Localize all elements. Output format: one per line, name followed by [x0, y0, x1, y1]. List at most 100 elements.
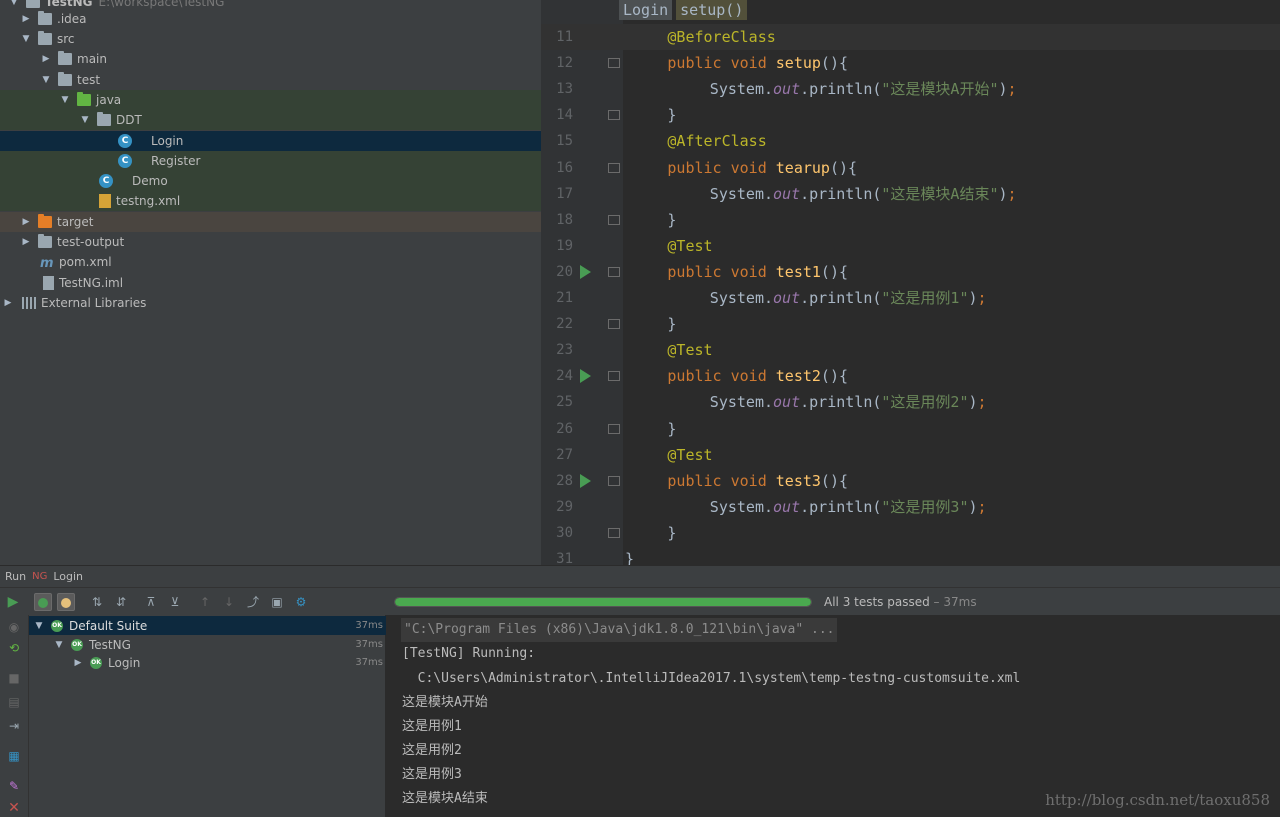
fold-marker-icon[interactable]	[608, 475, 620, 486]
fold-marker-icon[interactable]	[608, 319, 620, 330]
tree-item-login[interactable]: C Login	[0, 131, 541, 151]
tree-item-iml[interactable]: TestNG.iml	[0, 273, 541, 293]
run-test-icon[interactable]	[580, 369, 591, 384]
test-node-default-suite[interactable]: ▼ OK Default Suite 37ms	[29, 616, 386, 635]
sort-by-duration-icon[interactable]: ⇵	[112, 593, 130, 611]
history-icon[interactable]: ▣	[268, 593, 286, 611]
run-config-name[interactable]: Login	[53, 570, 83, 583]
code-line[interactable]: 11 @BeforeClass	[541, 24, 1280, 50]
code-text: System.out.println("这是模块A结束");	[709, 184, 1017, 203]
next-failed-icon[interactable]: ↓	[220, 593, 238, 611]
tree-item-external-libraries[interactable]: ▶ External Libraries	[0, 293, 541, 313]
sort-alphabetically-icon[interactable]: ⇅	[88, 593, 106, 611]
code-line[interactable]: 12 public void setup(){	[541, 50, 1280, 76]
breadcrumb-method[interactable]: setup()	[676, 0, 748, 20]
code-line[interactable]: 25 System.out.println("这是用例2");	[541, 389, 1280, 415]
code-line[interactable]: 17 System.out.println("这是模块A结束");	[541, 181, 1280, 207]
collapse-arrow-icon[interactable]: ▼	[53, 640, 65, 650]
code-line[interactable]: 15 @AfterClass	[541, 128, 1280, 154]
test-class-icon: C	[118, 154, 132, 168]
run-test-icon[interactable]	[580, 473, 591, 488]
tree-item-test[interactable]: ▼ test	[0, 70, 541, 90]
fold-marker-icon[interactable]	[608, 162, 620, 173]
tree-item-demo[interactable]: C Demo	[0, 171, 541, 191]
previous-failed-icon[interactable]: ↑	[196, 593, 214, 611]
console-output[interactable]: "C:\Program Files (x86)\Java\jdk1.8.0_12…	[387, 615, 1280, 817]
code-line[interactable]: 26}	[541, 416, 1280, 442]
collapse-arrow-icon[interactable]: ▼	[40, 75, 52, 85]
code-line[interactable]: 13 System.out.println("这是模块A开始");	[541, 76, 1280, 102]
code-line[interactable]: 29 System.out.println("这是用例3");	[541, 494, 1280, 520]
tree-item-test-output[interactable]: ▶ test-output	[0, 232, 541, 252]
code-line[interactable]: 24 public void test2(){	[541, 363, 1280, 389]
tree-item-register[interactable]: C Register	[0, 151, 541, 171]
code-line[interactable]: 31}	[541, 546, 1280, 565]
tree-item-pom[interactable]: m pom.xml	[0, 252, 541, 272]
pin-icon[interactable]: ◉	[5, 618, 23, 636]
toggle-auto-test-icon[interactable]: ⟲	[5, 639, 23, 657]
code-line[interactable]: 18}	[541, 207, 1280, 233]
line-number: 23	[556, 342, 573, 359]
expand-arrow-icon[interactable]: ▶	[20, 217, 32, 227]
expand-arrow-icon[interactable]: ▶	[40, 54, 52, 64]
breadcrumb-class[interactable]: Login	[619, 0, 673, 20]
fold-marker-icon[interactable]	[608, 266, 620, 277]
rerun-icon[interactable]: ▶	[4, 593, 22, 611]
close-icon[interactable]: ✕	[5, 799, 23, 817]
code-line[interactable]: 20 public void test1(){	[541, 259, 1280, 285]
code-line[interactable]: 28 public void test3(){	[541, 468, 1280, 494]
console-line[interactable]: "C:\Program Files (x86)\Java\jdk1.8.0_12…	[401, 618, 838, 642]
fold-marker-icon[interactable]	[608, 423, 620, 434]
tree-item-ddt[interactable]: ▼ DDT	[0, 110, 541, 130]
expand-all-icon[interactable]: ⊼	[142, 593, 160, 611]
collapse-arrow-icon[interactable]: ▼	[33, 621, 45, 631]
fold-marker-icon[interactable]	[608, 58, 620, 69]
test-node-login[interactable]: ▶ OK Login 37ms	[29, 653, 386, 672]
test-node-testng[interactable]: ▼ OK TestNG 37ms	[29, 635, 386, 654]
console-line: 这是用例3	[402, 767, 462, 782]
test-class-icon: C	[99, 174, 113, 188]
fold-marker-icon[interactable]	[608, 371, 620, 382]
settings-gear-icon[interactable]: ⚙	[292, 593, 310, 611]
export-results-icon[interactable]: ⤴	[244, 593, 262, 611]
code-line[interactable]: 16 public void tearup(){	[541, 155, 1280, 181]
collapse-arrow-icon[interactable]: ▼	[8, 0, 20, 7]
run-test-icon[interactable]	[580, 264, 591, 279]
collapse-arrow-icon[interactable]: ▼	[20, 34, 32, 44]
show-ignored-icon[interactable]	[57, 593, 75, 611]
tree-item-testng-xml[interactable]: testng.xml	[0, 191, 541, 211]
folder-icon	[58, 51, 72, 65]
code-line[interactable]: 27 @Test	[541, 442, 1280, 468]
fold-marker-icon[interactable]	[608, 110, 620, 121]
code-line[interactable]: 14}	[541, 102, 1280, 128]
expand-arrow-icon[interactable]: ▶	[72, 658, 84, 668]
tree-item-java[interactable]: ▼ java	[0, 90, 541, 110]
tree-item-main[interactable]: ▶ main	[0, 49, 541, 69]
collapse-arrow-icon[interactable]: ▼	[79, 115, 91, 125]
tree-item-target[interactable]: ▶ target	[0, 212, 541, 232]
tree-item-src[interactable]: ▼ src	[0, 29, 541, 49]
fold-marker-icon[interactable]	[608, 214, 620, 225]
module-file-icon	[43, 276, 54, 290]
test-class-icon: C	[118, 134, 132, 148]
tree-item-idea[interactable]: ▶ . idea	[0, 9, 541, 29]
collapse-arrow-icon[interactable]: ▼	[59, 95, 71, 105]
import-tests-icon[interactable]: ⇥	[5, 717, 23, 735]
console-line: 这是模块A开始	[402, 695, 488, 710]
fold-marker-icon[interactable]	[608, 527, 620, 538]
dump-threads-icon[interactable]: ▤	[5, 693, 23, 711]
code-line[interactable]: 21 System.out.println("这是用例1");	[541, 285, 1280, 311]
layout-icon[interactable]: ▦	[5, 747, 23, 765]
stop-icon[interactable]: ■	[5, 669, 23, 687]
code-line[interactable]: 19 @Test	[541, 233, 1280, 259]
expand-arrow-icon[interactable]: ▶	[20, 237, 32, 247]
code-line[interactable]: 23 @Test	[541, 337, 1280, 363]
code-line[interactable]: 22}	[541, 311, 1280, 337]
expand-arrow-icon[interactable]: ▶	[2, 298, 14, 308]
collapse-all-icon[interactable]: ⊻	[166, 593, 184, 611]
pin-tab-icon[interactable]: ✎	[5, 777, 23, 795]
expand-arrow-icon[interactable]: ▶	[20, 14, 32, 24]
show-passed-icon[interactable]	[34, 593, 52, 611]
code-line[interactable]: 30}	[541, 520, 1280, 546]
code-editor[interactable]: Login setup() 11 @BeforeClass 12 public voi…	[541, 0, 1280, 565]
